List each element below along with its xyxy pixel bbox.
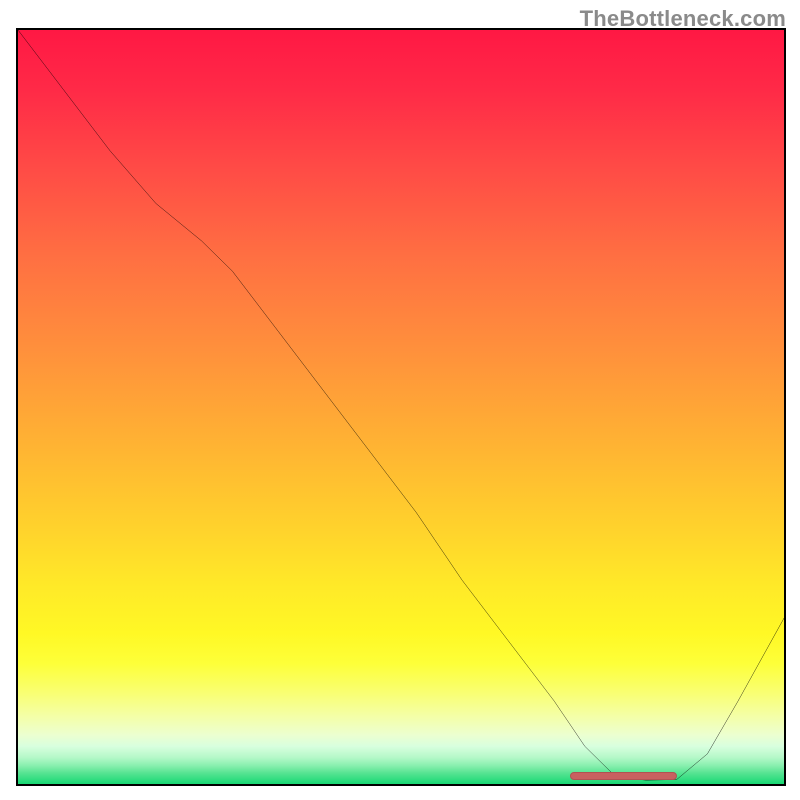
bottleneck-curve (18, 30, 784, 784)
chart-frame: TheBottleneck.com (0, 0, 800, 800)
plot-border (16, 28, 786, 786)
plot-area (18, 30, 784, 784)
curve-path (18, 30, 784, 780)
optimal-range-marker (570, 772, 677, 780)
